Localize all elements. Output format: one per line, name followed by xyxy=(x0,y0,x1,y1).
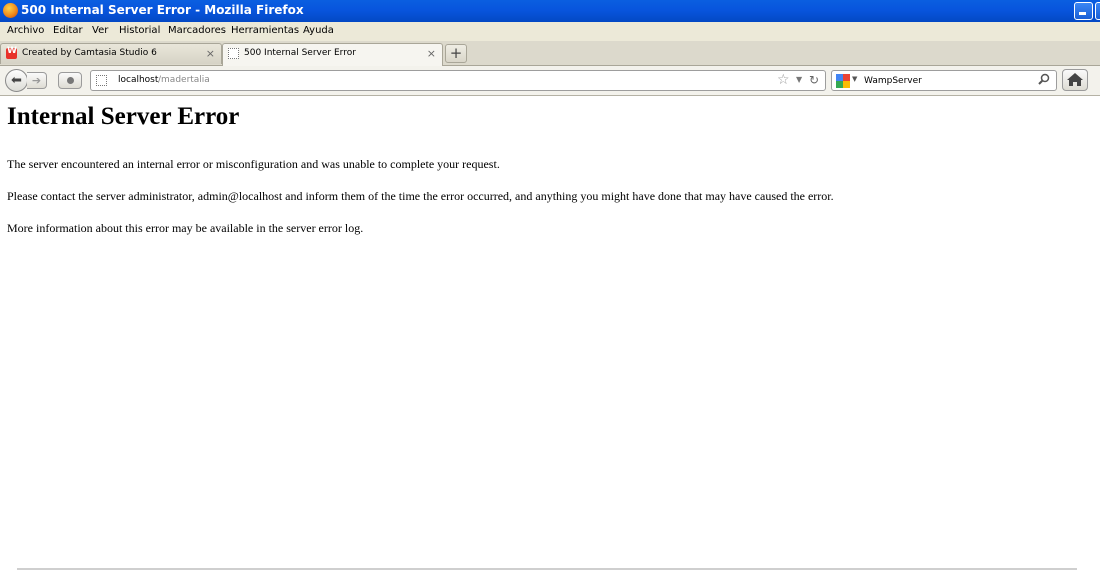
menu-marcadores[interactable]: Marcadores xyxy=(168,25,226,36)
menu-ayuda[interactable]: Ayuda xyxy=(303,25,334,36)
firefox-icon[interactable] xyxy=(3,3,18,18)
tab-camtasia[interactable]: Created by Camtasia Studio 6 × xyxy=(0,43,222,64)
search-icon[interactable] xyxy=(1038,73,1050,85)
site-identity-icon[interactable] xyxy=(96,75,107,86)
navigation-toolbar: ⬅ ➔ localhost /madertalia ☆ ▼ ↻ ▼ WampSe… xyxy=(0,66,1100,96)
url-bar[interactable]: localhost /madertalia ☆ ▼ ↻ xyxy=(90,70,826,91)
page-heading: Internal Server Error xyxy=(7,103,240,130)
window-title: 500 Internal Server Error - Mozilla Fire… xyxy=(21,3,304,17)
tab-strip: Created by Camtasia Studio 6 × 500 Inter… xyxy=(0,41,1100,66)
home-icon xyxy=(1067,73,1083,86)
paragraph-contact-admin: Please contact the server administrator,… xyxy=(7,189,834,203)
menu-ver[interactable]: Ver xyxy=(92,25,108,36)
menu-historial[interactable]: Historial xyxy=(119,25,160,36)
reload-icon[interactable]: ↻ xyxy=(809,73,819,87)
menu-editar[interactable]: Editar xyxy=(53,25,83,36)
search-input[interactable]: WampServer xyxy=(864,76,922,86)
engine-dropdown-icon[interactable]: ▼ xyxy=(852,75,857,83)
window-titlebar: 500 Internal Server Error - Mozilla Fire… xyxy=(0,0,1100,22)
bookmark-star-icon[interactable]: ☆ xyxy=(777,72,790,88)
back-arrow-icon: ⬅ xyxy=(11,73,22,88)
forward-arrow-icon: ➔ xyxy=(31,74,42,87)
camtasia-icon xyxy=(6,46,17,59)
google-search-engine-icon[interactable] xyxy=(836,74,850,88)
menu-archivo[interactable]: Archivo xyxy=(7,25,44,36)
new-tab-button[interactable]: + xyxy=(445,44,467,63)
blank-page-icon xyxy=(228,48,239,59)
forward-button[interactable]: ➔ xyxy=(27,72,47,89)
home-button[interactable] xyxy=(1062,69,1088,91)
maximize-button[interactable] xyxy=(1095,2,1100,20)
minimize-button[interactable] xyxy=(1074,2,1093,20)
tab-label: 500 Internal Server Error xyxy=(244,48,356,58)
menu-herramientas[interactable]: Herramientas xyxy=(231,25,299,36)
search-bar[interactable]: ▼ WampServer xyxy=(831,70,1057,91)
url-path: /madertalia xyxy=(158,75,210,85)
page-content: Internal Server Error The server encount… xyxy=(0,96,1100,568)
back-button[interactable]: ⬅ xyxy=(5,69,28,92)
bottom-scrollbar-edge xyxy=(17,568,1077,570)
menu-bar: Archivo Editar Ver Historial Marcadores … xyxy=(0,22,1100,41)
paragraph-error-log: More information about this error may be… xyxy=(7,221,364,235)
tab-label: Created by Camtasia Studio 6 xyxy=(22,48,157,58)
tab-error-page[interactable]: 500 Internal Server Error × xyxy=(222,43,443,66)
close-icon[interactable]: × xyxy=(427,47,436,60)
close-icon[interactable]: × xyxy=(206,47,215,60)
paragraph-error-description: The server encountered an internal error… xyxy=(7,157,500,171)
url-host: localhost xyxy=(118,75,159,85)
history-dropdown-icon[interactable]: ▼ xyxy=(796,75,802,84)
stop-button[interactable] xyxy=(58,72,82,89)
